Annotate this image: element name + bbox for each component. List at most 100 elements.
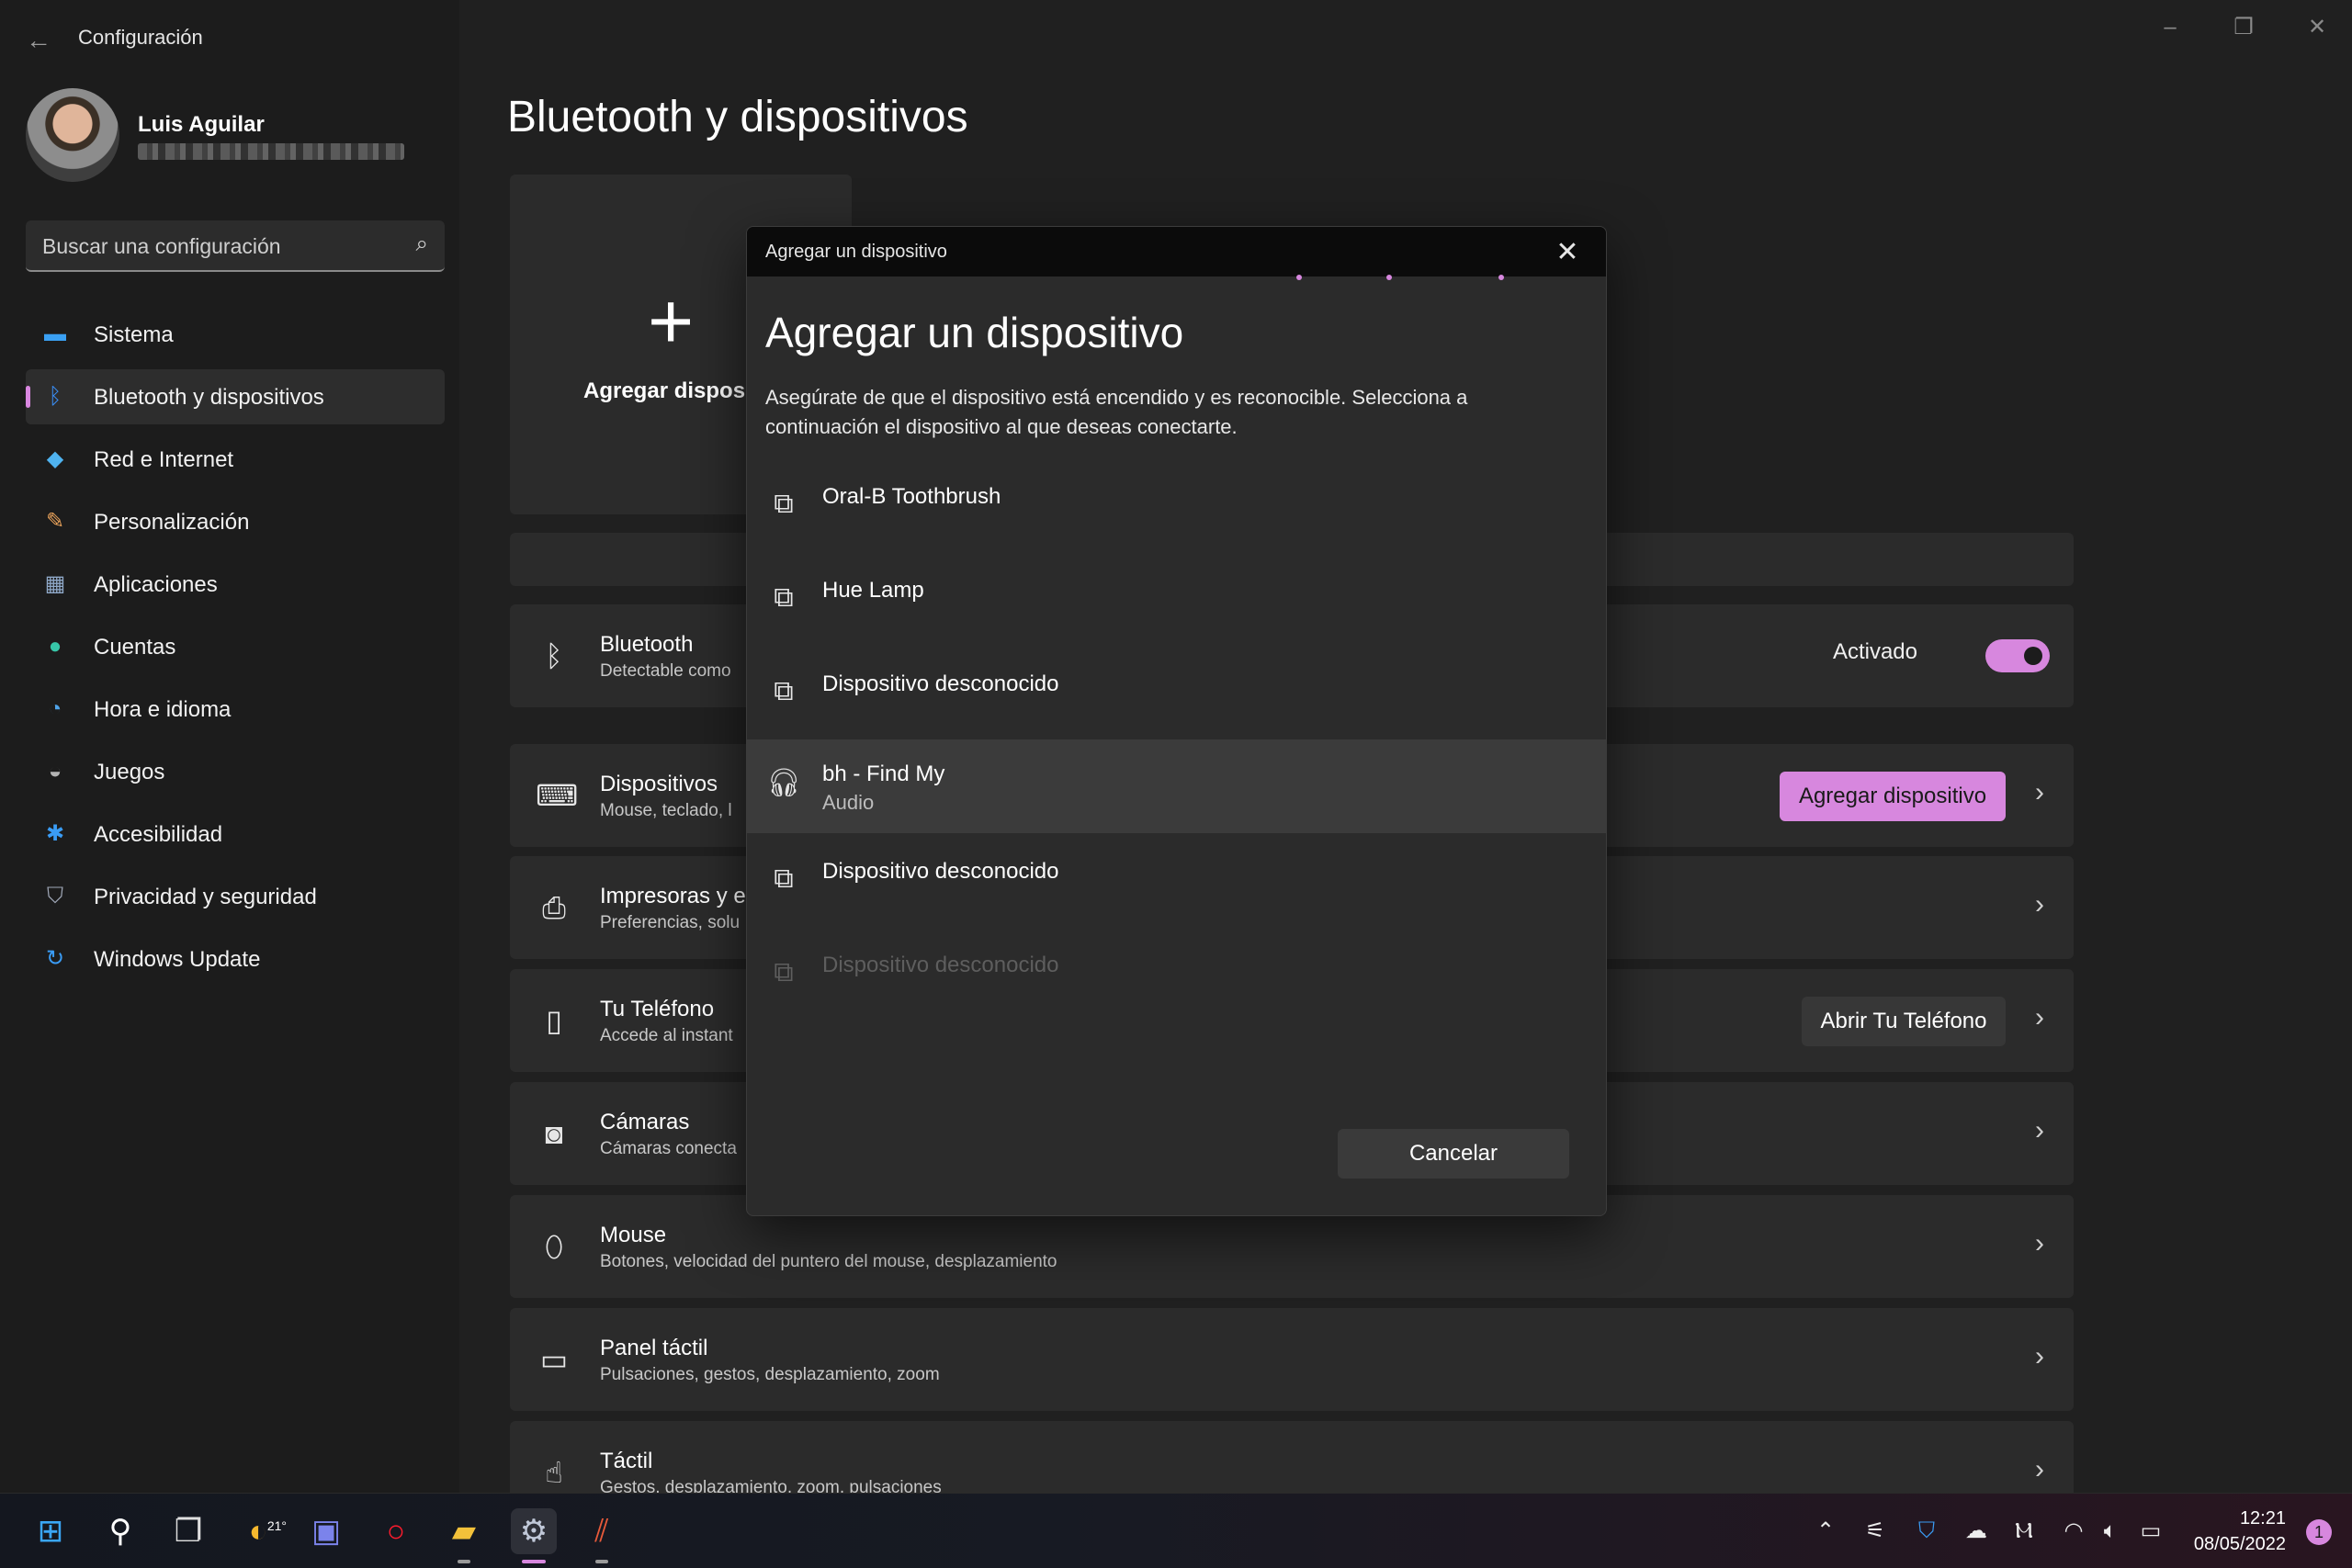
sidebar-item-sistema[interactable]: ▬ Sistema (26, 307, 445, 362)
defender-icon[interactable]: ⛉ (1911, 1516, 1942, 1547)
add-device-button[interactable]: Agregar dispositivo (1780, 772, 2006, 821)
search-input[interactable]: Buscar una configuración ⌕ (26, 220, 445, 272)
row-title: Táctil (600, 1449, 653, 1473)
avatar[interactable] (26, 88, 119, 182)
volume-icon[interactable]: 🔈︎ (2095, 1516, 2126, 1547)
notification-badge[interactable]: 1 (2306, 1519, 2332, 1545)
phone-icon: ▯ (546, 1004, 562, 1037)
battery-icon[interactable]: ▭ (2135, 1516, 2166, 1547)
sidebar-item-aplicaciones[interactable]: ▦ Aplicaciones (26, 557, 445, 612)
device-name: Dispositivo desconocido (822, 859, 1059, 884)
device-name: Oral-B Toothbrush (822, 484, 1001, 509)
sliders-icon[interactable]: ⚟ (1860, 1516, 1891, 1547)
task-view-icon[interactable]: ❐ (165, 1508, 211, 1554)
device-item-unknown-2[interactable]: ⧉ Dispositivo desconocido (747, 840, 1606, 934)
device-name: Dispositivo desconocido (822, 671, 1059, 696)
device-name: bh - Find My (822, 761, 945, 786)
onedrive-icon[interactable]: ☁ (1961, 1516, 1992, 1547)
wifi-icon[interactable]: ◠ (2058, 1516, 2089, 1547)
generic-device-icon: ⧉ (774, 489, 794, 519)
chevron-right-icon[interactable]: › (2035, 889, 2044, 920)
settings-icon[interactable]: ⚙ (511, 1508, 557, 1563)
device-item-unknown-1[interactable]: ⧉ Dispositivo desconocido (747, 653, 1606, 747)
row-subtitle: Botones, velocidad del puntero del mouse… (600, 1252, 1057, 1271)
person-icon: ● (48, 634, 62, 659)
chevron-right-icon[interactable]: › (2035, 1228, 2044, 1259)
progress-dot (1498, 275, 1504, 280)
wifi-icon: ◆ (46, 446, 64, 471)
generic-device-icon: ⧉ (774, 863, 794, 894)
sidebar-item-label: Red e Internet (94, 447, 234, 472)
add-device-dialog: Agregar un dispositivo ✕ Agregar un disp… (746, 226, 1607, 1216)
file-explorer-icon[interactable]: ▰ (441, 1508, 487, 1563)
devices-icon: ⌨ (536, 779, 579, 812)
sidebar-item-label: Bluetooth y dispositivos (94, 385, 324, 410)
row-subtitle: Pulsaciones, gestos, desplazamiento, zoo… (600, 1365, 940, 1384)
brush-icon: ✎ (45, 509, 65, 534)
chevron-right-icon[interactable]: › (2035, 1002, 2044, 1033)
cancel-button[interactable]: Cancelar (1338, 1129, 1569, 1179)
chevron-right-icon[interactable]: › (2035, 777, 2044, 808)
sidebar-item-accesibilidad[interactable]: ✱ Accesibilidad (26, 807, 445, 862)
sidebar-item-windows-update[interactable]: ↻ Windows Update (26, 931, 445, 987)
bluetooth-toggle[interactable] (1985, 639, 2050, 672)
sidebar-item-label: Privacidad y seguridad (94, 885, 317, 909)
search-icon[interactable]: ⌕ (416, 231, 428, 257)
open-phone-button[interactable]: Abrir Tu Teléfono (1802, 997, 2006, 1046)
chevron-right-icon[interactable]: › (2035, 1115, 2044, 1146)
sidebar-item-personalizacion[interactable]: ✎ Personalización (26, 494, 445, 549)
device-type: Audio (822, 791, 875, 814)
row-title: Impresoras y es (600, 884, 757, 908)
sidebar-item-privacidad[interactable]: ⛉ Privacidad y seguridad (26, 869, 445, 924)
clock-date[interactable]: 08/05/2022 (2194, 1534, 2286, 1555)
start-icon[interactable]: ⊞ (28, 1508, 74, 1554)
minimize-icon[interactable]: – (2143, 9, 2198, 46)
device-item-hue-lamp[interactable]: ⧉ Hue Lamp (747, 559, 1606, 653)
chat-icon[interactable]: ▣ (303, 1508, 349, 1554)
search-icon[interactable]: ⚲ (97, 1508, 143, 1554)
touchpad-icon: ▭ (539, 1343, 569, 1376)
opera-icon[interactable]: ○ (373, 1508, 419, 1554)
generic-device-icon: ⧉ (774, 957, 794, 987)
row-title: Cámaras (600, 1110, 690, 1134)
row-title: Tu Teléfono (600, 997, 715, 1021)
search-placeholder: Buscar una configuración (42, 234, 281, 258)
shield-icon: ⛉ (47, 884, 63, 908)
chevron-up-icon[interactable]: ⌃ (1810, 1516, 1841, 1547)
row-title: Dispositivos (600, 772, 718, 796)
dialog-close-icon[interactable]: ✕ (1549, 234, 1586, 271)
sidebar-item-label: Accesibilidad (94, 822, 223, 847)
weather-icon[interactable]: ◐ 21° (235, 1508, 287, 1554)
device-item-unknown-3[interactable]: ⧉ Dispositivo desconocido (747, 934, 1606, 1028)
monitor-icon: ▬ (44, 321, 66, 346)
gamepad-icon: ◒ (48, 759, 62, 784)
chevron-right-icon[interactable]: › (2035, 1341, 2044, 1372)
touchpad-row[interactable]: ▭ Panel táctil Pulsaciones, gestos, desp… (510, 1308, 2074, 1411)
app-tray-icon[interactable]: Ⲙ (2008, 1516, 2040, 1547)
sidebar-item-label: Personalización (94, 510, 250, 535)
sidebar-item-hora[interactable]: ◔ Hora e idioma (26, 682, 445, 737)
back-icon[interactable]: ← (20, 22, 57, 59)
camera-icon: ◙ (545, 1117, 563, 1150)
row-title: Bluetooth (600, 632, 694, 657)
device-item-find-my[interactable]: 🎧︎ bh - Find My Audio (747, 739, 1606, 833)
sidebar-item-bluetooth[interactable]: ᛒ Bluetooth y dispositivos (26, 369, 445, 424)
progress-dot (1386, 275, 1392, 280)
sidebar-item-label: Aplicaciones (94, 572, 218, 597)
sidebar-item-label: Hora e idioma (94, 697, 232, 722)
sidebar-item-juegos[interactable]: ◒ Juegos (26, 744, 445, 799)
sidebar-item-cuentas[interactable]: ● Cuentas (26, 619, 445, 674)
restore-icon[interactable]: ❐ (2216, 9, 2271, 46)
row-title: Panel táctil (600, 1336, 708, 1360)
device-item-oral-b[interactable]: ⧉ Oral-B Toothbrush (747, 466, 1606, 559)
app-icon[interactable]: ⫽ (579, 1508, 625, 1563)
sidebar-item-red[interactable]: ◆ Red e Internet (26, 432, 445, 487)
close-icon[interactable]: ✕ (2290, 9, 2345, 46)
generic-device-icon: ⧉ (774, 582, 794, 613)
clock-time[interactable]: 12:21 (2240, 1508, 2286, 1529)
dialog-titlebar: Agregar un dispositivo ✕ (747, 227, 1606, 276)
row-subtitle: Mouse, teclado, l (600, 801, 732, 820)
chevron-right-icon[interactable]: › (2035, 1454, 2044, 1485)
sidebar-item-label: Juegos (94, 760, 165, 784)
page-title: Bluetooth y dispositivos (507, 93, 968, 141)
